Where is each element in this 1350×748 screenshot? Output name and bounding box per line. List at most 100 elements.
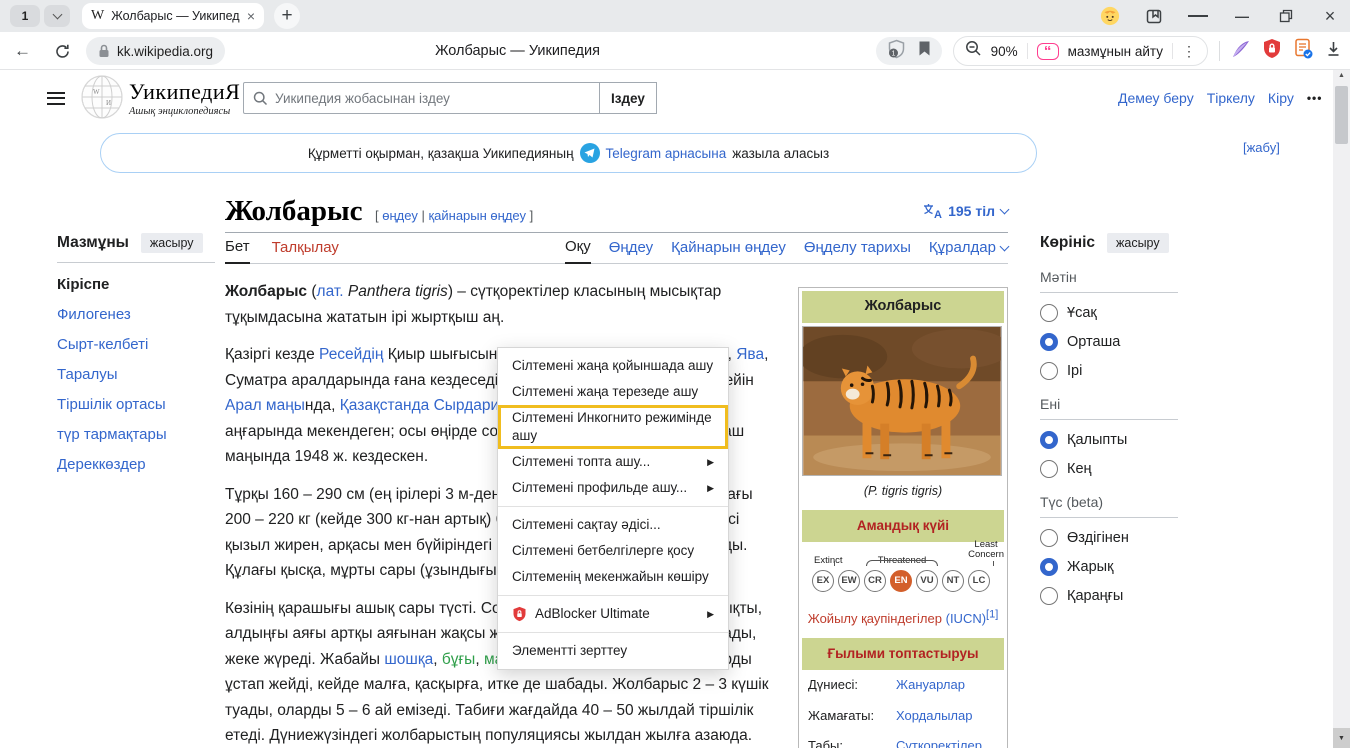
downloads-button[interactable] xyxy=(1325,40,1342,63)
radio-option[interactable]: Қараңғы xyxy=(1040,587,1178,605)
read-aloud-button[interactable]: мазмұнын айту xyxy=(1068,44,1163,59)
wiki-link[interactable]: шошқа xyxy=(384,651,433,668)
page-tab[interactable]: Өңдеу xyxy=(609,239,653,263)
header-link[interactable]: Кіру xyxy=(1268,90,1294,106)
radio-option[interactable]: Ірі xyxy=(1040,362,1178,380)
tab-counter-button[interactable]: 1 xyxy=(10,5,40,27)
radio-selected[interactable] xyxy=(1040,333,1058,351)
scrollbar-down-icon[interactable]: ▼ xyxy=(1333,728,1350,748)
close-window-button[interactable]: × xyxy=(1320,6,1340,27)
page-scrollbar[interactable]: ▲ ▼ xyxy=(1333,70,1350,748)
new-tab-button[interactable]: + xyxy=(274,3,300,29)
radio-unselected[interactable] xyxy=(1040,587,1058,605)
chevron-down-icon xyxy=(1000,205,1010,215)
page-tab[interactable]: Құралдар xyxy=(929,239,1008,263)
toc-item[interactable]: түр тармақтары xyxy=(57,426,215,443)
zoom-out-button[interactable] xyxy=(965,40,982,62)
radio-option[interactable]: Кең xyxy=(1040,460,1178,478)
toc-item[interactable]: Филогенез xyxy=(57,306,215,323)
edit-pen-button[interactable] xyxy=(1231,39,1251,64)
tab-close-icon[interactable]: × xyxy=(247,8,255,24)
wiki-link[interactable]: Арал маңы xyxy=(225,397,305,414)
protect-shield-button[interactable]: 1 xyxy=(887,39,906,64)
scrollbar-up-icon[interactable]: ▲ xyxy=(1333,72,1350,79)
profile-avatar[interactable] xyxy=(1100,5,1120,27)
toc-item[interactable]: Дереккөздер xyxy=(57,456,215,473)
edit-link[interactable]: өңдеу xyxy=(382,208,418,223)
language-selector[interactable]: A 195 тіл xyxy=(923,203,1008,219)
header-link[interactable]: Демеу беру xyxy=(1118,90,1194,106)
zoom-level[interactable]: 90% xyxy=(991,44,1018,59)
menu-item[interactable]: Элементті зерттеу xyxy=(498,638,728,664)
radio-unselected[interactable] xyxy=(1040,362,1058,380)
minimize-button[interactable]: — xyxy=(1232,8,1252,24)
menu-item[interactable]: Сілтемені жаңа терезеде ашу xyxy=(498,379,728,405)
banner-close-link[interactable]: [жабу] xyxy=(1243,140,1280,155)
menu-item[interactable]: Сілтемені бетбелгілерге қосу xyxy=(498,538,728,564)
context-menu: Сілтемені жаңа қойыншада ашуСілтемені жа… xyxy=(497,347,729,670)
wiki-menu-button[interactable] xyxy=(47,88,65,108)
radio-option[interactable]: Өздігінен xyxy=(1040,529,1178,547)
wiki-link[interactable]: Ресейдің xyxy=(319,346,383,363)
wiki-link-visited[interactable]: бұғы xyxy=(442,651,475,668)
svg-text:W: W xyxy=(93,88,100,96)
iucn-link[interactable]: (IUCN) xyxy=(946,611,986,626)
translate-doc-button[interactable] xyxy=(1293,38,1314,64)
menu-item[interactable]: Сілтемені сақтау әдісі... xyxy=(498,512,728,538)
menu-item[interactable]: AdBlocker Ultimate▶ xyxy=(498,601,728,627)
restore-button[interactable] xyxy=(1276,9,1296,23)
page-tab[interactable]: Бет xyxy=(225,238,250,264)
radio-unselected[interactable] xyxy=(1040,304,1058,322)
header-more-icon[interactable]: ••• xyxy=(1307,91,1323,105)
status-text-link[interactable]: Жойылу қаупіндегілер xyxy=(808,611,942,626)
appearance-hide-button[interactable]: жасыру xyxy=(1107,233,1169,253)
adblocker-toolbar-button[interactable] xyxy=(1262,38,1282,64)
header-link[interactable]: Тіркелу xyxy=(1207,90,1255,106)
more-options-icon[interactable]: ⋮ xyxy=(1182,43,1196,60)
radio-option[interactable]: Орташа xyxy=(1040,333,1178,351)
menu-item[interactable]: Сілтеменің мекенжайын көшіру xyxy=(498,564,728,590)
wiki-link[interactable]: Қазақстанда xyxy=(340,397,430,414)
toc-item[interactable]: Таралуы xyxy=(57,366,215,383)
bookmark-button[interactable] xyxy=(918,40,931,62)
menu-item-highlighted[interactable]: Сілтемені Инкогнито режимінде ашу xyxy=(498,405,728,449)
wikipedia-wordmark[interactable]: УикипедиЯ Ашық энциклопедиясы xyxy=(129,79,240,117)
taxonomy-value[interactable]: Хордалылар xyxy=(896,703,972,729)
radio-unselected[interactable] xyxy=(1040,529,1058,547)
page-tab[interactable]: Қайнарын өңдеу xyxy=(671,239,786,263)
status-ref-link[interactable]: [1] xyxy=(986,608,998,620)
radio-option[interactable]: Ұсақ xyxy=(1040,304,1178,322)
menu-item[interactable]: Сілтемені топта ашу...▶ xyxy=(498,449,728,475)
toc-item[interactable]: Тіршілік ортасы xyxy=(57,396,215,413)
search-input[interactable]: Уикипедия жобасынан іздеу xyxy=(243,82,600,114)
toc-hide-button[interactable]: жасыру xyxy=(141,233,203,253)
radio-selected[interactable] xyxy=(1040,558,1058,576)
page-tab[interactable]: Өңделу тарихы xyxy=(804,239,911,263)
taxonomy-value[interactable]: Жануарлар xyxy=(896,672,965,698)
tab-list-chevron-button[interactable] xyxy=(44,5,70,27)
scrollbar-thumb[interactable] xyxy=(1335,86,1348,144)
page-tab[interactable]: Оқу xyxy=(565,238,591,264)
menu-item[interactable]: Сілтемені жаңа қойыншада ашу xyxy=(498,353,728,379)
side-panel-button[interactable] xyxy=(1144,7,1164,25)
menu-item[interactable]: Сілтемені профильде ашу...▶ xyxy=(498,475,728,501)
radio-unselected[interactable] xyxy=(1040,460,1058,478)
wikipedia-logo[interactable]: WИ xyxy=(80,74,124,125)
page-tab[interactable]: Талқылау xyxy=(272,238,339,263)
radio-selected[interactable] xyxy=(1040,431,1058,449)
tiger-photo[interactable] xyxy=(802,326,1002,476)
telegram-link[interactable]: Telegram арнасына xyxy=(606,146,727,161)
browser-menu-button[interactable] xyxy=(1188,13,1208,20)
toc-item[interactable]: Сырт-келбеті xyxy=(57,336,215,353)
wikipedia-favicon: W xyxy=(91,8,104,24)
taxonomy-value[interactable]: Сүтқоректілер xyxy=(896,733,982,748)
search-button[interactable]: Іздеу xyxy=(600,82,657,114)
radio-option[interactable]: Жарық xyxy=(1040,558,1178,576)
browser-tab[interactable]: W Жолбарыс — Уикипеди × xyxy=(82,3,264,29)
iucn-code-ex: EX xyxy=(812,570,834,592)
wiki-link[interactable]: лат. xyxy=(317,283,344,300)
wiki-link[interactable]: Ява xyxy=(736,346,764,363)
edit-source-link[interactable]: қайнарын өңдеу xyxy=(428,208,526,223)
radio-option[interactable]: Қалыпты xyxy=(1040,431,1178,449)
toc-item[interactable]: Кіріспе xyxy=(57,276,215,293)
